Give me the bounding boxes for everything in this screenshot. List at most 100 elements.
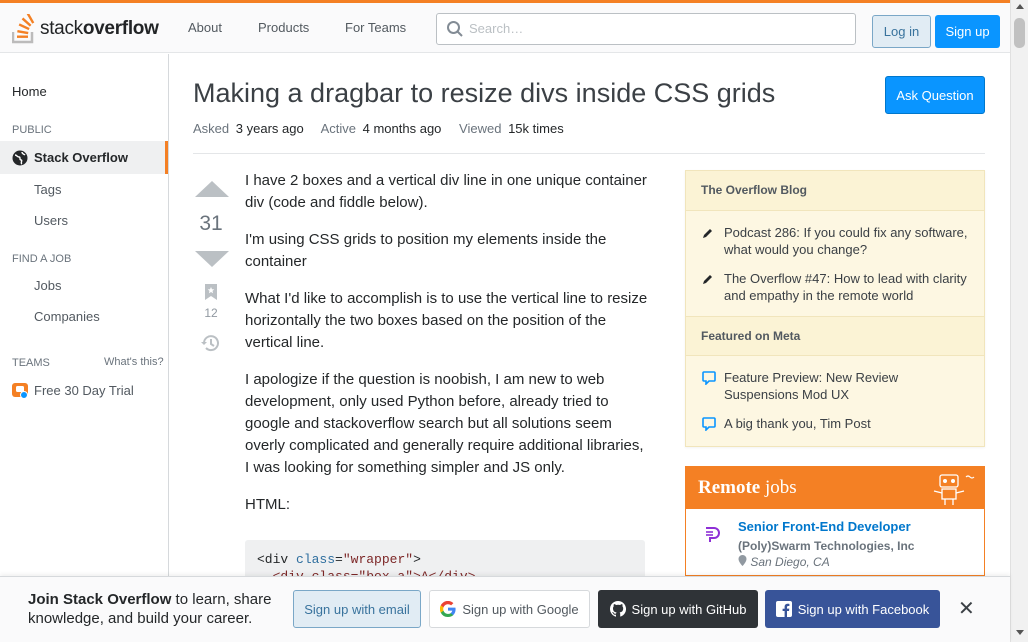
viewed-value: 15k times <box>508 121 564 136</box>
bookmark-count: 12 <box>204 306 218 320</box>
close-icon[interactable]: ✕ <box>958 599 975 619</box>
signup-banner-text: Join Stack Overflow to learn, share know… <box>28 590 288 628</box>
signup-banner-bold: Join Stack Overflow <box>28 591 172 608</box>
sidebar-item-stack-overflow[interactable]: Stack Overflow <box>0 141 168 174</box>
meta-heading: Featured on Meta <box>686 316 984 356</box>
google-icon <box>440 601 456 617</box>
nav-for-teams[interactable]: For Teams <box>345 20 406 35</box>
signup-google-button[interactable]: Sign up with Google <box>429 590 590 628</box>
sidebar-item-users[interactable]: Users <box>34 213 68 228</box>
job-company: (Poly)Swarm Technologies, Inc <box>738 539 915 553</box>
signup-button[interactable]: Sign up <box>935 15 1000 48</box>
meta-item[interactable]: Feature Preview: New Review Suspensions … <box>702 369 972 403</box>
job-location-label: San Diego, CA <box>750 555 830 569</box>
job-title-link[interactable]: Senior Front-End Developer <box>738 519 911 534</box>
pencil-icon <box>702 270 724 304</box>
blog-item-label: Podcast 286: If you could fix any softwa… <box>724 225 968 257</box>
speech-bubble-icon <box>702 415 724 435</box>
signup-facebook-label: Sign up with Facebook <box>797 601 930 617</box>
code-token: > <box>413 552 421 567</box>
question-meta: Asked 3 years ago Active 4 months ago Vi… <box>193 121 578 136</box>
viewed-label: Viewed <box>459 121 502 136</box>
active-value[interactable]: 4 months ago <box>363 121 442 136</box>
signup-facebook-button[interactable]: Sign up with Facebook <box>765 590 940 628</box>
question-body: I have 2 boxes and a vertical div line i… <box>245 170 650 531</box>
code-token: <div <box>257 552 297 567</box>
signup-github-label: Sign up with GitHub <box>631 601 747 617</box>
post-paragraph: HTML: <box>245 496 290 513</box>
sidebar-item-label: Free 30 Day Trial <box>34 382 134 398</box>
location-pin-icon <box>738 555 747 566</box>
vote-count: 31 <box>199 212 223 235</box>
blog-heading: The Overflow Blog <box>686 171 984 211</box>
signup-google-label: Sign up with Google <box>462 601 579 617</box>
scroll-thumb[interactable] <box>1014 18 1025 48</box>
downvote-arrow-icon[interactable] <box>195 251 229 267</box>
signup-email-button[interactable]: Sign up with email <box>293 590 421 628</box>
meta-item-label: Feature Preview: New Review Suspensions … <box>724 370 899 402</box>
bookmark-icon[interactable] <box>205 284 217 300</box>
sidebar-item-free-trial[interactable]: Free 30 Day Trial <box>12 381 134 399</box>
code-token: "wrapper" <box>342 552 414 567</box>
logo-text-bold: overflow <box>82 18 159 39</box>
scroll-down-arrow-icon[interactable] <box>1016 630 1024 635</box>
sidebar-item-jobs[interactable]: Jobs <box>34 278 61 293</box>
globe-icon <box>12 150 28 165</box>
remote-jobs-heading-rest: jobs <box>760 477 797 498</box>
facebook-icon <box>775 601 792 617</box>
nav-about[interactable]: About <box>188 20 222 35</box>
remote-jobs-heading-bold: Remote <box>698 477 761 498</box>
speech-bubble-icon <box>702 369 724 403</box>
sidebar-section-teams: TEAMS <box>12 357 50 369</box>
site-logo[interactable]: stackoverflow <box>12 13 159 45</box>
whats-this-link[interactable]: What's this? <box>104 356 164 368</box>
sidebar-item-label: Stack Overflow <box>34 150 128 165</box>
overflow-blog-widget: The Overflow Blog Podcast 286: If you co… <box>685 170 985 447</box>
search-input[interactable] <box>469 21 839 36</box>
post-paragraph: I apologize if the question is noobish, … <box>245 371 644 476</box>
code-token: = <box>335 552 343 567</box>
logo-text-light: stack <box>40 18 83 39</box>
upvote-arrow-icon[interactable] <box>195 181 229 197</box>
scroll-up-arrow-icon[interactable] <box>1016 4 1024 9</box>
stack-overflow-logo-icon <box>12 14 35 44</box>
blog-item[interactable]: Podcast 286: If you could fix any softwa… <box>702 224 972 258</box>
search-icon <box>447 21 463 37</box>
company-logo-icon <box>706 527 720 542</box>
teams-briefcase-icon <box>12 383 28 399</box>
sidebar-item-companies[interactable]: Companies <box>34 309 100 324</box>
ask-question-button[interactable]: Ask Question <box>885 76 985 114</box>
signup-banner: Join Stack Overflow to learn, share know… <box>0 576 1010 642</box>
meta-item-label: A big thank you, Tim Post <box>724 416 871 431</box>
page-scrollbar[interactable] <box>1010 0 1028 642</box>
signup-github-button[interactable]: Sign up with GitHub <box>598 590 758 628</box>
asked-label: Asked <box>193 121 230 136</box>
sidebar-section-find-job: FIND A JOB <box>12 253 72 265</box>
post-paragraph: What I'd like to accomplish is to use th… <box>245 290 648 351</box>
asked-value: 3 years ago <box>235 121 304 136</box>
post-paragraph: I have 2 boxes and a vertical div line i… <box>245 172 647 211</box>
github-icon <box>609 601 626 617</box>
sidebar-section-public: PUBLIC <box>12 124 52 136</box>
search-box[interactable] <box>436 13 856 45</box>
code-line: <div class="wrapper"> <box>257 551 633 568</box>
blog-item[interactable]: The Overflow #47: How to lead with clari… <box>702 270 972 304</box>
history-icon[interactable] <box>201 334 220 352</box>
top-bar: stackoverflow About Products For Teams L… <box>0 0 1010 53</box>
blog-item-label: The Overflow #47: How to lead with clari… <box>724 271 967 303</box>
question-title[interactable]: Making a dragbar to resize divs inside C… <box>193 78 775 109</box>
remote-jobs-widget: Remote jobs Senior Front-End Developer (… <box>685 466 985 576</box>
login-button[interactable]: Log in <box>872 15 931 48</box>
meta-item[interactable]: A big thank you, Tim Post <box>702 415 972 435</box>
remote-jobs-heading[interactable]: Remote jobs <box>686 467 984 509</box>
job-location: San Diego, CA <box>738 555 830 569</box>
logo-text: stackoverflow <box>40 18 159 40</box>
left-sidebar: Home PUBLIC Stack Overflow Tags Users FI… <box>0 54 169 642</box>
nav-products[interactable]: Products <box>258 20 309 35</box>
divider <box>193 153 985 154</box>
sidebar-item-tags[interactable]: Tags <box>34 182 61 197</box>
sidebar-item-home[interactable]: Home <box>12 84 47 99</box>
pencil-icon <box>702 224 724 258</box>
post-paragraph: I'm using CSS grids to position my eleme… <box>245 231 607 270</box>
robot-icon <box>933 474 975 505</box>
